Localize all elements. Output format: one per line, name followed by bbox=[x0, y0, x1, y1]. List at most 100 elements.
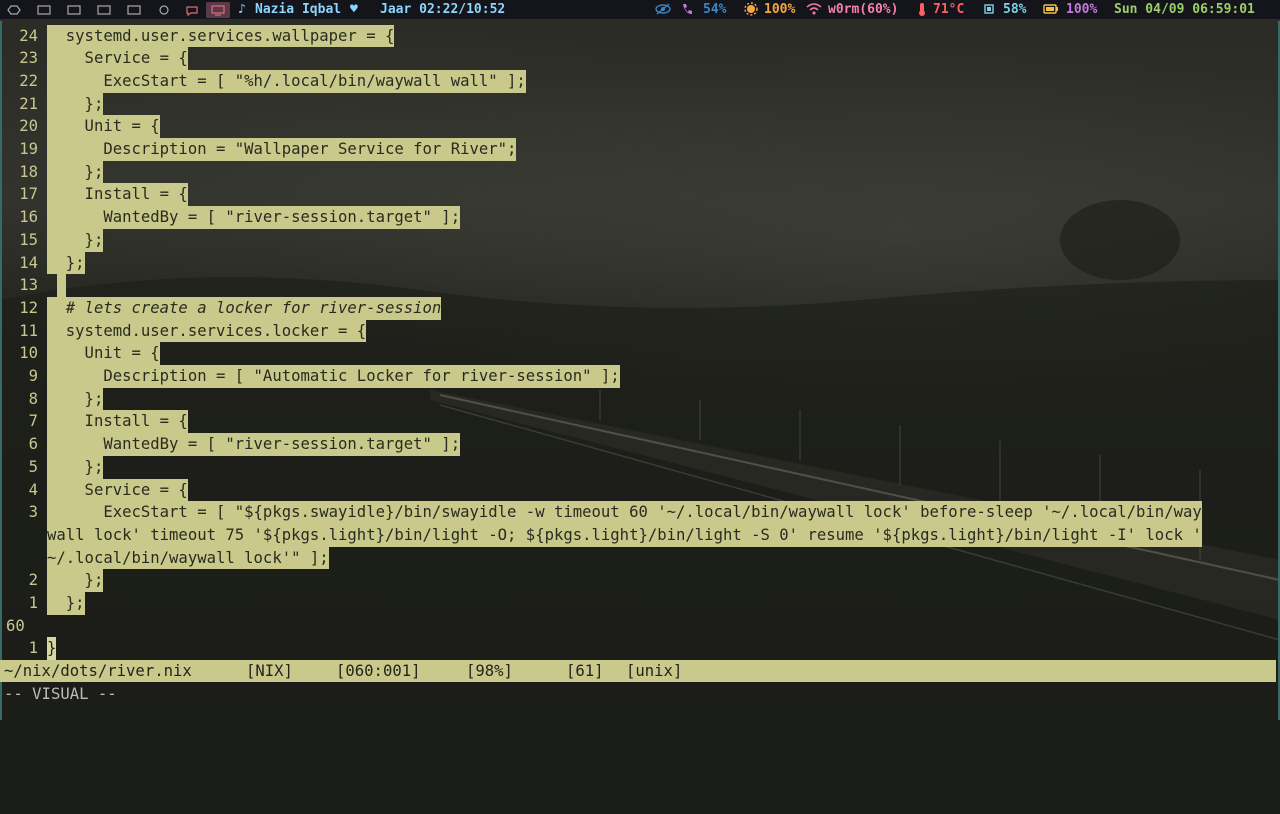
code-line[interactable]: 60 bbox=[2, 615, 1280, 638]
code-text: systemd.user.services.wallpaper = { bbox=[47, 24, 395, 48]
code-text: WantedBy = [ "river-session.target" ]; bbox=[47, 206, 461, 229]
line-number: 1 bbox=[28, 639, 38, 658]
line-number: 9 bbox=[28, 367, 38, 385]
line-number: 19 bbox=[19, 140, 38, 158]
vim-mode-indicator: -- VISUAL -- bbox=[4, 685, 117, 703]
cpu-usage: 58% bbox=[1003, 2, 1027, 17]
code-text: Description = [ "Automatic Locker for ri… bbox=[47, 365, 620, 388]
code-line[interactable]: 12 # lets create a locker for river-sess… bbox=[2, 296, 1280, 320]
brightness-level: 100% bbox=[764, 2, 796, 17]
code-line[interactable]: 18 }; bbox=[2, 160, 1280, 184]
workspace-8-icon[interactable] bbox=[206, 2, 230, 18]
playback-time: Jaar 02:22/10:52 bbox=[380, 2, 506, 17]
line-number: 6 bbox=[28, 435, 38, 454]
code-line[interactable]: 23 Service = { bbox=[2, 47, 1280, 70]
code-line[interactable]: 11 systemd.user.services.locker = { bbox=[2, 319, 1280, 343]
code-text: }; bbox=[47, 251, 85, 275]
workspace-3-icon[interactable] bbox=[64, 2, 84, 18]
brightness-icon bbox=[744, 2, 758, 21]
code-line[interactable]: 10 Unit = { bbox=[2, 342, 1280, 365]
code-line[interactable]: 5 }; bbox=[2, 455, 1280, 479]
status-fileformat: [unix] bbox=[626, 662, 683, 680]
music-note-icon: ♪ bbox=[238, 2, 246, 17]
line-number: 13 bbox=[19, 276, 38, 295]
top-status-bar: ♪ Nazia Iqbal ♥ Jaar 02:22/10:52 54% 100… bbox=[0, 0, 1280, 20]
code-line[interactable]: 4 Service = { bbox=[2, 478, 1280, 502]
code-text: wall lock' timeout 75 '${pkgs.light}/bin… bbox=[47, 523, 1202, 547]
code-line[interactable]: 17 Install = { bbox=[2, 183, 1280, 207]
line-number: 20 bbox=[19, 117, 38, 136]
code-line[interactable]: 13 bbox=[2, 274, 1280, 297]
code-text: Description = "Wallpaper Service for Riv… bbox=[47, 138, 517, 161]
workspace-7-icon[interactable] bbox=[182, 2, 202, 18]
line-number: 21 bbox=[19, 94, 38, 113]
code-line[interactable]: 3 ExecStart = [ "${pkgs.swayidle}/bin/sw… bbox=[2, 501, 1280, 524]
code-line[interactable]: wall lock' timeout 75 '${pkgs.light}/bin… bbox=[2, 523, 1280, 547]
vim-statusline: ~/nix/dots/river.nix [NIX] [060:001] [98… bbox=[0, 660, 1276, 682]
line-number: 10 bbox=[19, 344, 38, 363]
code-text: ExecStart = [ "%h/.local/bin/waywall wal… bbox=[47, 69, 526, 93]
code-line[interactable]: ~/.local/bin/waywall lock'" ]; bbox=[2, 546, 1280, 570]
code-line[interactable]: 22 ExecStart = [ "%h/.local/bin/waywall … bbox=[2, 69, 1280, 93]
line-number: 3 bbox=[28, 503, 38, 522]
wifi-network[interactable]: w0rm(60%) bbox=[828, 2, 898, 18]
code-line[interactable]: 2 }; bbox=[2, 569, 1280, 592]
code-line[interactable]: 14 }; bbox=[2, 251, 1280, 275]
workspace-2-icon[interactable] bbox=[34, 2, 54, 18]
code-line[interactable]: 1 }; bbox=[2, 592, 1280, 615]
line-number: 60 bbox=[6, 616, 25, 635]
line-number: 23 bbox=[19, 49, 38, 68]
thermometer-icon bbox=[917, 2, 927, 21]
status-percent: [98%] bbox=[466, 662, 513, 680]
code-text: Unit = { bbox=[47, 115, 160, 138]
line-number: 22 bbox=[19, 71, 38, 90]
cpu-temperature: 71°C bbox=[933, 2, 965, 17]
code-text bbox=[57, 274, 67, 297]
line-number: 7 bbox=[28, 412, 38, 431]
code-line[interactable]: 20 Unit = { bbox=[2, 115, 1280, 138]
workspace-5-icon[interactable] bbox=[124, 2, 144, 18]
workspace-4-icon[interactable] bbox=[94, 2, 114, 18]
privacy-eye-icon bbox=[655, 2, 671, 21]
line-number: 4 bbox=[28, 480, 38, 499]
code-line[interactable]: 24 systemd.user.services.wallpaper = { bbox=[2, 24, 1280, 48]
code-line[interactable]: 7 Install = { bbox=[2, 410, 1280, 434]
code-line[interactable]: 21 }; bbox=[2, 92, 1280, 116]
code-line[interactable]: 1} bbox=[2, 637, 1280, 661]
code-line[interactable]: 9 Description = [ "Automatic Locker for … bbox=[2, 365, 1280, 388]
line-number: 2 bbox=[28, 571, 38, 590]
workspace-6-icon[interactable] bbox=[154, 2, 174, 18]
code-text: Service = { bbox=[47, 478, 188, 502]
code-text: ~/.local/bin/waywall lock'" ]; bbox=[47, 546, 329, 570]
code-text: } bbox=[47, 637, 57, 661]
code-line[interactable]: 16 WantedBy = [ "river-session.target" ]… bbox=[2, 206, 1280, 229]
code-text: Unit = { bbox=[47, 342, 160, 365]
code-text: }; bbox=[47, 455, 104, 479]
code-text: }; bbox=[47, 387, 104, 411]
line-number: 11 bbox=[19, 321, 38, 340]
line-number: 17 bbox=[19, 185, 38, 204]
line-number: 14 bbox=[19, 253, 38, 272]
line-number: 8 bbox=[28, 389, 38, 408]
code-text: Service = { bbox=[47, 47, 188, 70]
battery-icon bbox=[1043, 2, 1059, 21]
code-text: }; bbox=[47, 92, 104, 116]
workspace-1-icon[interactable] bbox=[4, 2, 24, 18]
code-line[interactable]: 6 WantedBy = [ "river-session.target" ]; bbox=[2, 433, 1280, 456]
code-line[interactable]: 15 }; bbox=[2, 228, 1280, 252]
heart-icon: ♥ bbox=[350, 2, 358, 17]
code-text: # lets create a locker for river-session bbox=[47, 296, 442, 320]
vim-editor[interactable]: 24 systemd.user.services.wallpaper = {23… bbox=[0, 21, 1280, 720]
status-filename: ~/nix/dots/river.nix bbox=[4, 662, 192, 680]
device-battery-percent: 54% bbox=[703, 2, 727, 17]
line-number: 15 bbox=[19, 230, 38, 249]
status-filetype: [NIX] bbox=[246, 662, 293, 680]
code-line[interactable]: 8 }; bbox=[2, 387, 1280, 411]
battery-level: 100% bbox=[1066, 2, 1098, 17]
code-text: Install = { bbox=[47, 183, 188, 207]
line-number: 5 bbox=[28, 457, 38, 476]
clock-datetime[interactable]: Sun 04/09 06:59:01 bbox=[1114, 2, 1255, 18]
code-line[interactable]: 19 Description = "Wallpaper Service for … bbox=[2, 138, 1280, 161]
now-playing-artist[interactable]: Nazia Iqbal bbox=[255, 2, 341, 18]
code-text: }; bbox=[47, 569, 104, 592]
